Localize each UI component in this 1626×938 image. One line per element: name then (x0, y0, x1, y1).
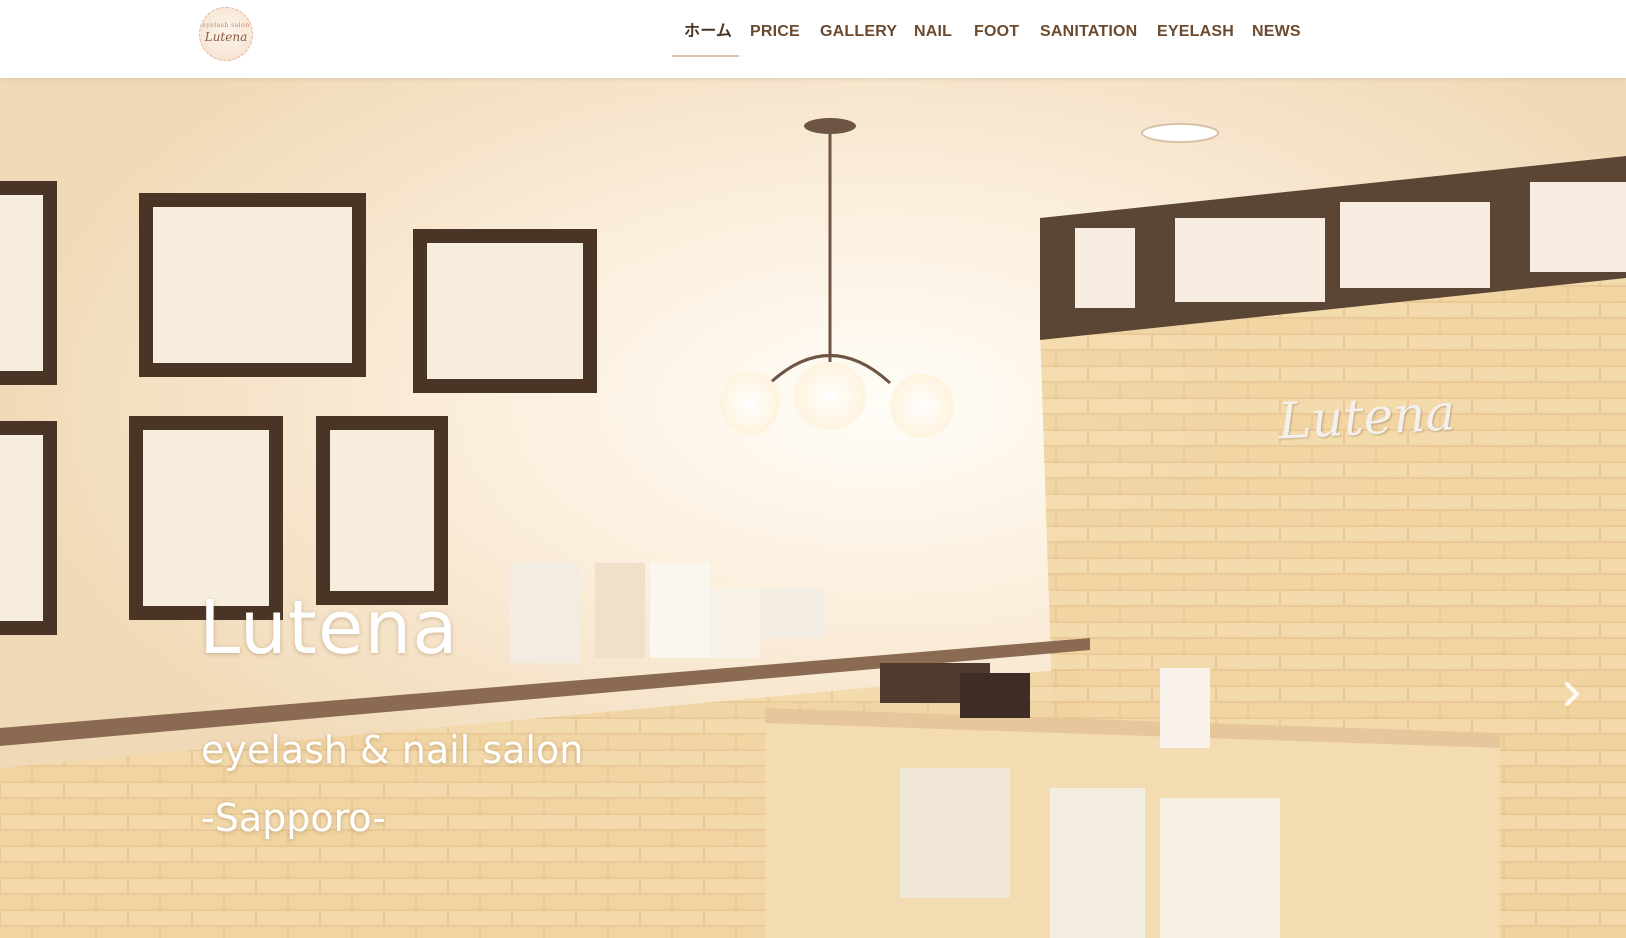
hero-location: -Sapporo- (201, 796, 387, 840)
active-nav-indicator (672, 55, 739, 57)
nav-item-price[interactable]: PRICE (750, 21, 800, 43)
nav-item-home[interactable]: ホーム (684, 21, 732, 43)
hero-subtitle: eyelash & nail salon (201, 728, 584, 772)
site-header: eyelash salon Lutena ホーム PRICE GALLERY N… (0, 0, 1626, 78)
nav-item-sanitation[interactable]: SANITATION (1040, 21, 1137, 43)
site-logo[interactable]: eyelash salon Lutena (199, 7, 253, 61)
nav-item-news[interactable]: NEWS (1252, 21, 1301, 43)
nav-item-nail[interactable]: NAIL (914, 21, 952, 43)
chevron-right-icon[interactable] (1561, 676, 1585, 712)
nav-item-foot[interactable]: FOOT (974, 21, 1019, 43)
logo-tagline: eyelash salon (202, 22, 250, 29)
wall-sign: Lutena (1276, 383, 1457, 451)
nav-item-gallery[interactable]: GALLERY (820, 21, 897, 43)
hero-slider: Lutena Lutena eyelash & nail salon -Sapp… (0, 78, 1626, 938)
hero-title: Lutena (199, 585, 459, 671)
logo-name: Lutena (204, 30, 248, 44)
nav-item-eyelash[interactable]: EYELASH (1157, 21, 1234, 43)
